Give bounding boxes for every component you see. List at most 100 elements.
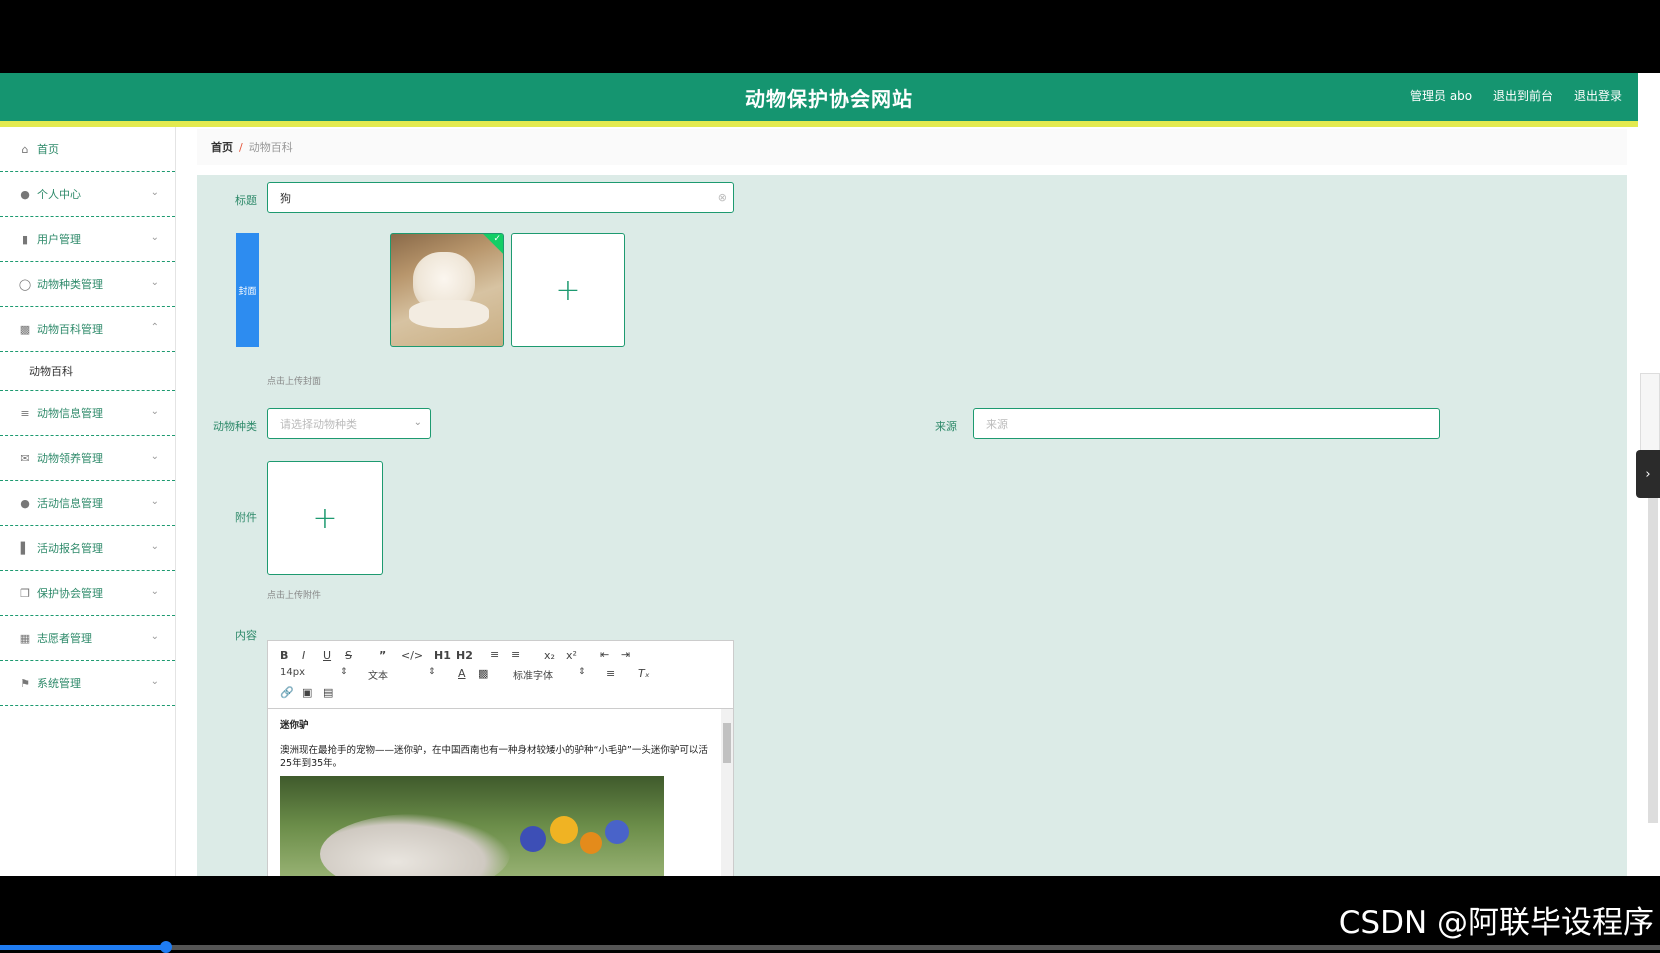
- browser-viewport: 动物保护协会网站 管理员 abo 退出到前台 退出登录 ⌂ 首页 ● 个人中心 …: [0, 73, 1638, 876]
- chevron-down-icon: ⌄: [150, 451, 159, 462]
- image-icon[interactable]: ▣: [302, 686, 312, 699]
- video-progress-fill: [0, 945, 170, 950]
- heading1-button[interactable]: H1: [434, 649, 451, 662]
- video-progress-handle[interactable]: [160, 941, 172, 953]
- photo-flower: [550, 816, 578, 844]
- photo-flower: [520, 826, 546, 852]
- superscript-button[interactable]: x²: [566, 649, 577, 662]
- title-label: 标题: [235, 194, 257, 207]
- user-icon: ●: [20, 187, 30, 201]
- code-block-icon[interactable]: </>: [401, 649, 423, 662]
- sidebar-item-adoption[interactable]: ✉ 动物领养管理 ⌄: [0, 436, 175, 481]
- sidebar-item-users[interactable]: ▮ 用户管理 ⌄: [0, 217, 175, 262]
- species-select[interactable]: 请选择动物种类 ⌄: [267, 408, 431, 439]
- sidebar-item-association[interactable]: ❐ 保护协会管理 ⌄: [0, 571, 175, 616]
- source-input[interactable]: 来源: [973, 408, 1440, 439]
- logout-link[interactable]: 退出登录: [1574, 87, 1622, 104]
- sidebar-item-label: 个人中心: [37, 188, 81, 201]
- font-size-select[interactable]: 14px: [280, 667, 305, 678]
- person-icon: ●: [20, 496, 30, 510]
- sidebar-item-home[interactable]: ⌂ 首页: [0, 127, 175, 172]
- editor-frame: B I U S ” </> H1 H2 ≡ ≡ x₂ x² ⇤ ⇥ 14px ⇕…: [267, 640, 734, 876]
- side-thumbnail-preview[interactable]: [1640, 373, 1660, 459]
- title-input[interactable]: 狗 ⊗: [267, 182, 734, 213]
- species-label: 动物种类: [213, 420, 257, 433]
- heading2-button[interactable]: H2: [456, 649, 473, 662]
- sidebar-item-species[interactable]: ◯ 动物种类管理 ⌄: [0, 262, 175, 307]
- cover-upload-button[interactable]: +: [511, 233, 625, 347]
- block-format-select[interactable]: 文本: [368, 667, 388, 682]
- sidebar-subitem-encyclopedia[interactable]: 动物百科: [0, 352, 175, 391]
- check-icon: ✓: [493, 234, 501, 244]
- clear-format-button[interactable]: Tₓ: [638, 667, 650, 680]
- clear-icon[interactable]: ⊗: [718, 191, 727, 204]
- video-progress-track[interactable]: [170, 945, 1660, 950]
- chevron-down-icon: ⌄: [150, 496, 159, 507]
- sidebar-item-label: 志愿者管理: [37, 632, 92, 645]
- sidebar-item-label: 首页: [37, 143, 59, 156]
- bold-button[interactable]: B: [280, 649, 288, 662]
- photo-flower: [580, 832, 602, 854]
- rich-text-editor-viewport: B I U S ” </> H1 H2 ≡ ≡ x₂ x² ⇤ ⇥ 14px ⇕…: [267, 640, 734, 876]
- sidebar-item-activity-signup[interactable]: ▌ 活动报名管理 ⌄: [0, 526, 175, 571]
- outdent-icon[interactable]: ⇤: [600, 648, 609, 661]
- donkey-photo: [320, 814, 510, 876]
- editor-scrollbar[interactable]: [721, 709, 733, 876]
- strike-button[interactable]: S: [345, 649, 352, 662]
- species-select-placeholder: 请选择动物种类: [280, 417, 357, 431]
- page-scrollbar[interactable]: [1648, 493, 1658, 823]
- blockquote-icon[interactable]: ”: [379, 649, 386, 662]
- background-color-icon[interactable]: ▩: [478, 667, 488, 680]
- indent-icon[interactable]: ⇥: [621, 648, 630, 661]
- sidebar-item-encyclopedia[interactable]: ▩ 动物百科管理 ⌃: [0, 307, 175, 352]
- ordered-list-icon[interactable]: ≡: [490, 648, 499, 661]
- chevron-down-icon: ⌄: [150, 676, 159, 687]
- photo-flower: [605, 820, 629, 844]
- underline-button[interactable]: U: [323, 649, 331, 662]
- clipboard-icon: ▩: [19, 322, 31, 336]
- sidebar-item-label: 动物领养管理: [37, 452, 103, 465]
- link-icon[interactable]: 🔗: [280, 686, 294, 699]
- font-family-arrows-icon: ⇕: [578, 667, 586, 677]
- sidebar-item-volunteer[interactable]: ▦ 志愿者管理 ⌄: [0, 616, 175, 661]
- top-header: 动物保护协会网站 管理员 abo 退出到前台 退出登录: [0, 73, 1638, 121]
- video-icon[interactable]: ▤: [323, 686, 333, 699]
- sidebar-item-activity-info[interactable]: ● 活动信息管理 ⌄: [0, 481, 175, 526]
- sidebar-item-animal-info[interactable]: ≡ 动物信息管理 ⌄: [0, 391, 175, 436]
- sliders-icon: ≡: [20, 406, 30, 420]
- editor-scroll-thumb[interactable]: [723, 723, 731, 763]
- copy-icon: ❐: [20, 586, 30, 600]
- chevron-down-icon: ⌄: [413, 417, 422, 428]
- sidebar-item-label: 用户管理: [37, 233, 81, 246]
- library-icon: ▦: [19, 631, 31, 645]
- sidebar-item-profile[interactable]: ● 个人中心 ⌄: [0, 172, 175, 217]
- attachment-hint: 点击上传附件: [267, 591, 322, 601]
- cover-thumbnail[interactable]: ✓: [390, 233, 504, 347]
- chevron-down-icon: ⌄: [150, 187, 159, 198]
- flag-icon: ⚑: [20, 676, 30, 690]
- subscript-button[interactable]: x₂: [544, 649, 555, 662]
- font-color-button[interactable]: A: [458, 667, 466, 680]
- attachment-upload-button[interactable]: +: [267, 461, 383, 575]
- italic-button[interactable]: I: [302, 649, 305, 662]
- chevron-down-icon: ⌄: [150, 232, 159, 243]
- dog-photo-body: [409, 300, 489, 328]
- content-label: 内容: [235, 629, 257, 642]
- bullet-list-icon[interactable]: ≡: [511, 648, 520, 661]
- microphone-icon: ◯: [18, 277, 32, 291]
- plus-icon: +: [555, 272, 581, 308]
- chevron-down-icon: ⌄: [150, 277, 159, 288]
- watermark: CSDN @阿联毕设程序: [1338, 905, 1654, 941]
- editor-content[interactable]: 迷你驴 澳洲现在最抢手的宠物——迷你驴，在中国西南也有一种身材较矮小的驴种“小毛…: [268, 709, 733, 876]
- expand-panel-button[interactable]: ›: [1636, 450, 1660, 498]
- block-arrows-icon: ⇕: [428, 667, 436, 677]
- breadcrumb-home[interactable]: 首页: [211, 139, 233, 155]
- content-image: [280, 776, 664, 876]
- home-icon: ⌂: [21, 142, 29, 156]
- align-icon[interactable]: ≡: [606, 667, 615, 680]
- font-family-select[interactable]: 标准字体: [513, 667, 553, 682]
- admin-label: 管理员 abo: [1410, 89, 1473, 103]
- exit-to-front-link[interactable]: 退出到前台: [1493, 87, 1553, 104]
- sidebar-item-system[interactable]: ⚑ 系统管理 ⌄: [0, 661, 175, 706]
- attachment-label: 附件: [235, 511, 257, 524]
